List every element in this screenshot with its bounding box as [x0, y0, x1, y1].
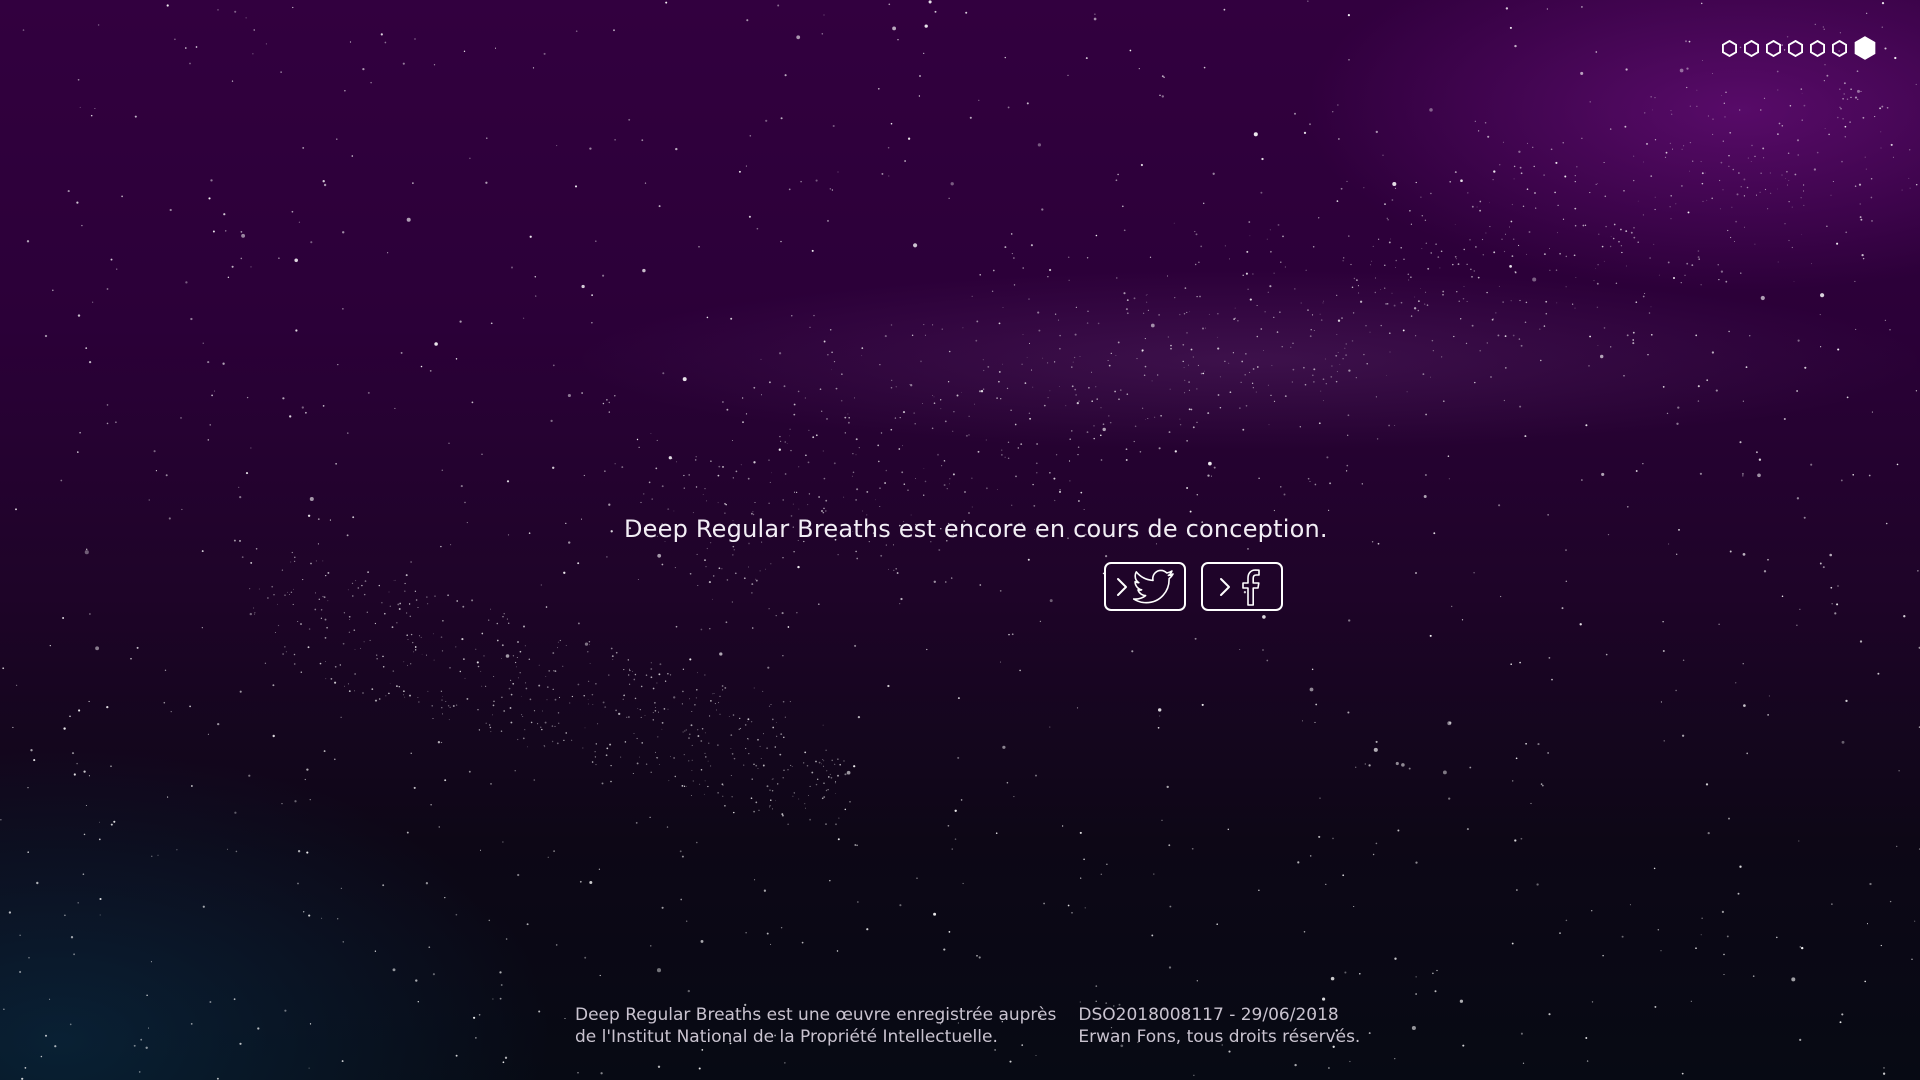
facebook-icon: [1242, 568, 1260, 606]
main-content: Deep Regular Breaths est encore en cours…: [624, 512, 1328, 611]
nav-dot-4[interactable]: [1788, 39, 1803, 57]
footer-line: Deep Regular Breaths est une œuvre enreg…: [575, 1005, 1057, 1025]
chevron-right-icon: [1220, 577, 1230, 596]
page-navigation-dots: [1722, 36, 1876, 60]
footer-registration: DSO2018008117 - 29/06/2018 Erwan Fons, t…: [1078, 1004, 1360, 1048]
social-links: [1104, 562, 1283, 611]
nav-dot-5[interactable]: [1810, 39, 1825, 57]
facebook-button[interactable]: [1201, 562, 1283, 611]
status-message: Deep Regular Breaths est encore en cours…: [624, 515, 1328, 543]
footer-legal-notice: Deep Regular Breaths est une œuvre enreg…: [575, 1004, 1056, 1048]
chevron-right-icon: [1117, 577, 1127, 596]
footer-copyright: Erwan Fons, tous droits réservés.: [1078, 1027, 1361, 1047]
footer-line: de l'Institut National de la Propriété I…: [575, 1027, 998, 1047]
nav-dot-3[interactable]: [1766, 39, 1781, 57]
twitter-icon: [1133, 569, 1174, 603]
nav-dot-7-active[interactable]: [1854, 36, 1876, 60]
nav-dot-2[interactable]: [1744, 39, 1759, 57]
nav-dot-6[interactable]: [1832, 39, 1847, 57]
footer-registration-number: DSO2018008117 - 29/06/2018: [1078, 1005, 1339, 1025]
footer: Deep Regular Breaths est une œuvre enreg…: [575, 1004, 1360, 1048]
nav-dot-1[interactable]: [1722, 39, 1737, 57]
twitter-button[interactable]: [1104, 562, 1186, 611]
